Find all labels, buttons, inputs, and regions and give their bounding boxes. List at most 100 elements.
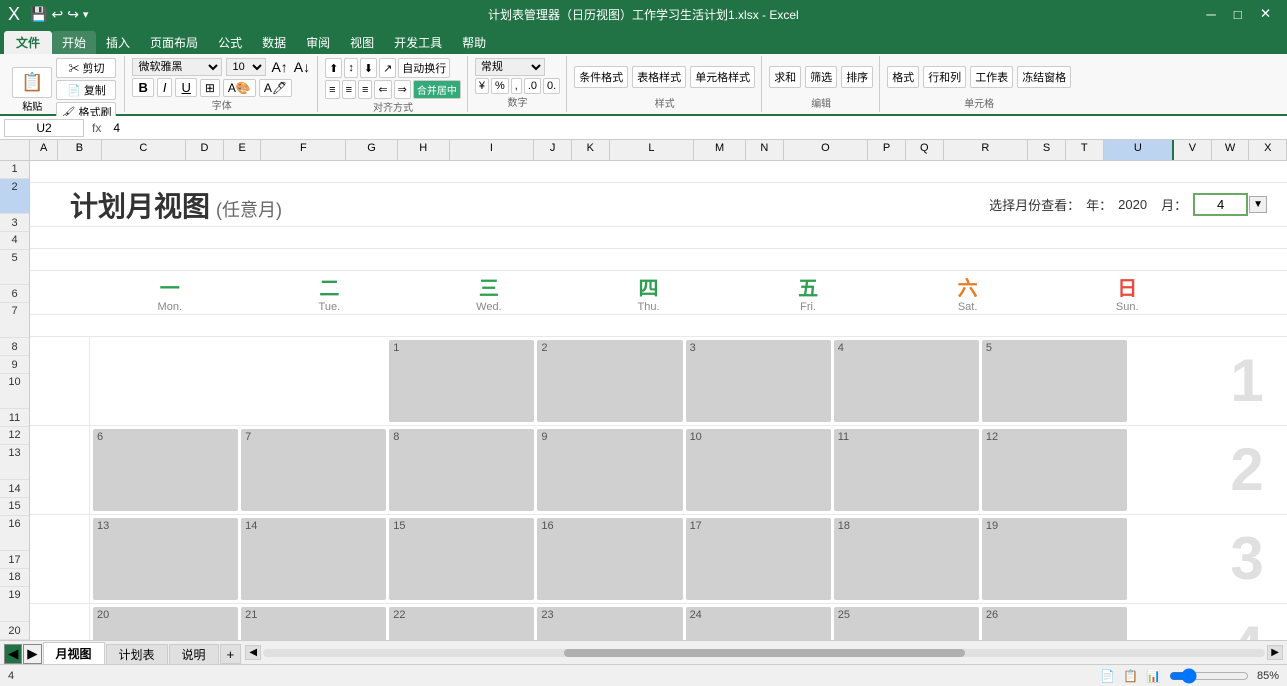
scrollbar-thumb[interactable] — [564, 649, 965, 657]
week1-cell-sat[interactable]: 4 — [834, 340, 979, 422]
week3-cell-sun[interactable]: 19 — [982, 518, 1127, 600]
number-format-select[interactable]: 常规 — [475, 58, 545, 76]
cell-reference-input[interactable] — [4, 119, 84, 137]
week4-cell-tue[interactable]: 21 — [241, 607, 386, 640]
col-header-t[interactable]: T — [1066, 140, 1104, 160]
decrease-decimal-button[interactable]: 0. — [543, 78, 560, 94]
week3-cell-sat[interactable]: 18 — [834, 518, 979, 600]
redo-button[interactable]: ↪ — [67, 6, 79, 23]
decrease-indent-button[interactable]: ⇐ — [374, 80, 391, 99]
col-header-x[interactable]: X — [1249, 140, 1287, 160]
tab-review[interactable]: 审阅 — [296, 31, 340, 54]
week2-cell-wed[interactable]: 8 — [389, 429, 534, 511]
scroll-right-button[interactable]: ▶ — [1267, 645, 1283, 660]
week2-cell-sat[interactable]: 11 — [834, 429, 979, 511]
freeze-button[interactable]: 冻结窗格 — [1017, 66, 1071, 88]
col-header-p[interactable]: P — [868, 140, 906, 160]
row-num-15[interactable]: 15 — [0, 498, 29, 516]
col-header-a[interactable]: A — [30, 140, 58, 160]
week4-cell-sun[interactable]: 26 — [982, 607, 1127, 640]
row-num-11[interactable]: 11 — [0, 409, 29, 427]
col-header-n[interactable]: N — [746, 140, 784, 160]
week1-cell-tue[interactable] — [241, 340, 386, 422]
filter-button[interactable]: 筛选 — [805, 66, 837, 88]
col-header-d[interactable]: D — [186, 140, 224, 160]
row-num-1[interactable]: 1 — [0, 161, 29, 179]
col-header-o[interactable]: O — [784, 140, 869, 160]
tab-data[interactable]: 数据 — [252, 31, 296, 54]
week3-cell-mon[interactable]: 13 — [93, 518, 238, 600]
week2-cell-mon[interactable]: 6 — [93, 429, 238, 511]
month-dropdown-button[interactable]: ▼ — [1249, 196, 1267, 213]
col-header-r[interactable]: R — [944, 140, 1029, 160]
col-header-g[interactable]: G — [346, 140, 398, 160]
col-header-f[interactable]: F — [261, 140, 346, 160]
col-header-k[interactable]: K — [572, 140, 610, 160]
month-input[interactable] — [1193, 193, 1248, 216]
insert-del-button[interactable]: 行和列 — [923, 66, 966, 88]
row-num-19[interactable]: 19 — [0, 587, 29, 623]
save-button[interactable]: 💾 — [30, 6, 47, 23]
col-header-j[interactable]: J — [534, 140, 572, 160]
sheet-tab-plan[interactable]: 计划表 — [106, 644, 168, 664]
row-num-9[interactable]: 9 — [0, 356, 29, 374]
scrollbar-track[interactable] — [263, 649, 1265, 657]
row-num-20[interactable]: 20 — [0, 622, 29, 640]
tab-help[interactable]: 帮助 — [452, 31, 496, 54]
row-num-10[interactable]: 10 — [0, 374, 29, 410]
week2-cell-thu[interactable]: 9 — [537, 429, 682, 511]
sheet-tab-instructions[interactable]: 说明 — [169, 644, 219, 664]
col-header-v[interactable]: V — [1174, 140, 1212, 160]
week2-cell-tue[interactable]: 7 — [241, 429, 386, 511]
thousand-separator-button[interactable]: , — [511, 78, 522, 94]
row-num-18[interactable]: 18 — [0, 569, 29, 587]
percent-button[interactable]: % — [491, 78, 509, 94]
bold-button[interactable]: B — [132, 78, 153, 97]
week3-cell-thu[interactable]: 16 — [537, 518, 682, 600]
font-size-decrease-button[interactable]: A↓ — [293, 58, 311, 76]
paste-button[interactable]: 📋 — [12, 67, 52, 98]
page-break-view-button[interactable]: 📊 — [1146, 669, 1161, 683]
col-header-i[interactable]: I — [450, 140, 535, 160]
row-num-4[interactable]: 4 — [0, 232, 29, 250]
col-header-s[interactable]: S — [1028, 140, 1066, 160]
copy-button[interactable]: 📄 复制 — [56, 80, 116, 100]
week1-cell-fri[interactable]: 3 — [686, 340, 831, 422]
row-num-7[interactable]: 7 — [0, 303, 29, 339]
cut-button[interactable]: ✂ 剪切 — [56, 58, 116, 78]
week1-cell-thu[interactable]: 2 — [537, 340, 682, 422]
row-num-16[interactable]: 16 — [0, 516, 29, 552]
page-layout-view-button[interactable]: 📋 — [1123, 669, 1138, 683]
col-header-c[interactable]: C — [102, 140, 187, 160]
week3-cell-tue[interactable]: 14 — [241, 518, 386, 600]
tab-view[interactable]: 视图 — [340, 31, 384, 54]
table-style-button[interactable]: 表格样式 — [632, 66, 686, 88]
week4-cell-thu[interactable]: 23 — [537, 607, 682, 640]
increase-decimal-button[interactable]: .0 — [524, 78, 541, 94]
col-header-l[interactable]: L — [610, 140, 695, 160]
col-header-b[interactable]: B — [58, 140, 101, 160]
col-header-e[interactable]: E — [224, 140, 262, 160]
tab-home[interactable]: 开始 — [52, 31, 96, 54]
week4-cell-sat[interactable]: 25 — [834, 607, 979, 640]
row-num-13[interactable]: 13 — [0, 445, 29, 481]
add-sheet-button[interactable]: + — [220, 644, 242, 664]
increase-indent-button[interactable]: ⇒ — [394, 80, 411, 99]
font-size-select[interactable]: 10 — [226, 58, 266, 76]
col-header-m[interactable]: M — [694, 140, 746, 160]
merge-center-button[interactable]: 合并居中 — [413, 80, 461, 99]
align-top-button[interactable]: ⬆ — [325, 58, 342, 78]
file-tab[interactable]: 文件 — [4, 31, 52, 54]
currency-button[interactable]: ¥ — [475, 78, 489, 94]
tab-formulas[interactable]: 公式 — [208, 31, 252, 54]
sheet-nav-right-button[interactable]: ▶ — [23, 644, 41, 664]
week4-cell-fri[interactable]: 24 — [686, 607, 831, 640]
week3-cell-wed[interactable]: 15 — [389, 518, 534, 600]
undo-button[interactable]: ↩ — [51, 6, 63, 23]
row-num-14[interactable]: 14 — [0, 480, 29, 498]
conditional-format-button[interactable]: 条件格式 — [574, 66, 628, 88]
border-button[interactable]: ⊞ — [200, 79, 220, 97]
row-num-5[interactable]: 5 — [0, 250, 29, 286]
sum-button[interactable]: 求和 — [769, 66, 801, 88]
maximize-button[interactable]: □ — [1226, 4, 1250, 24]
